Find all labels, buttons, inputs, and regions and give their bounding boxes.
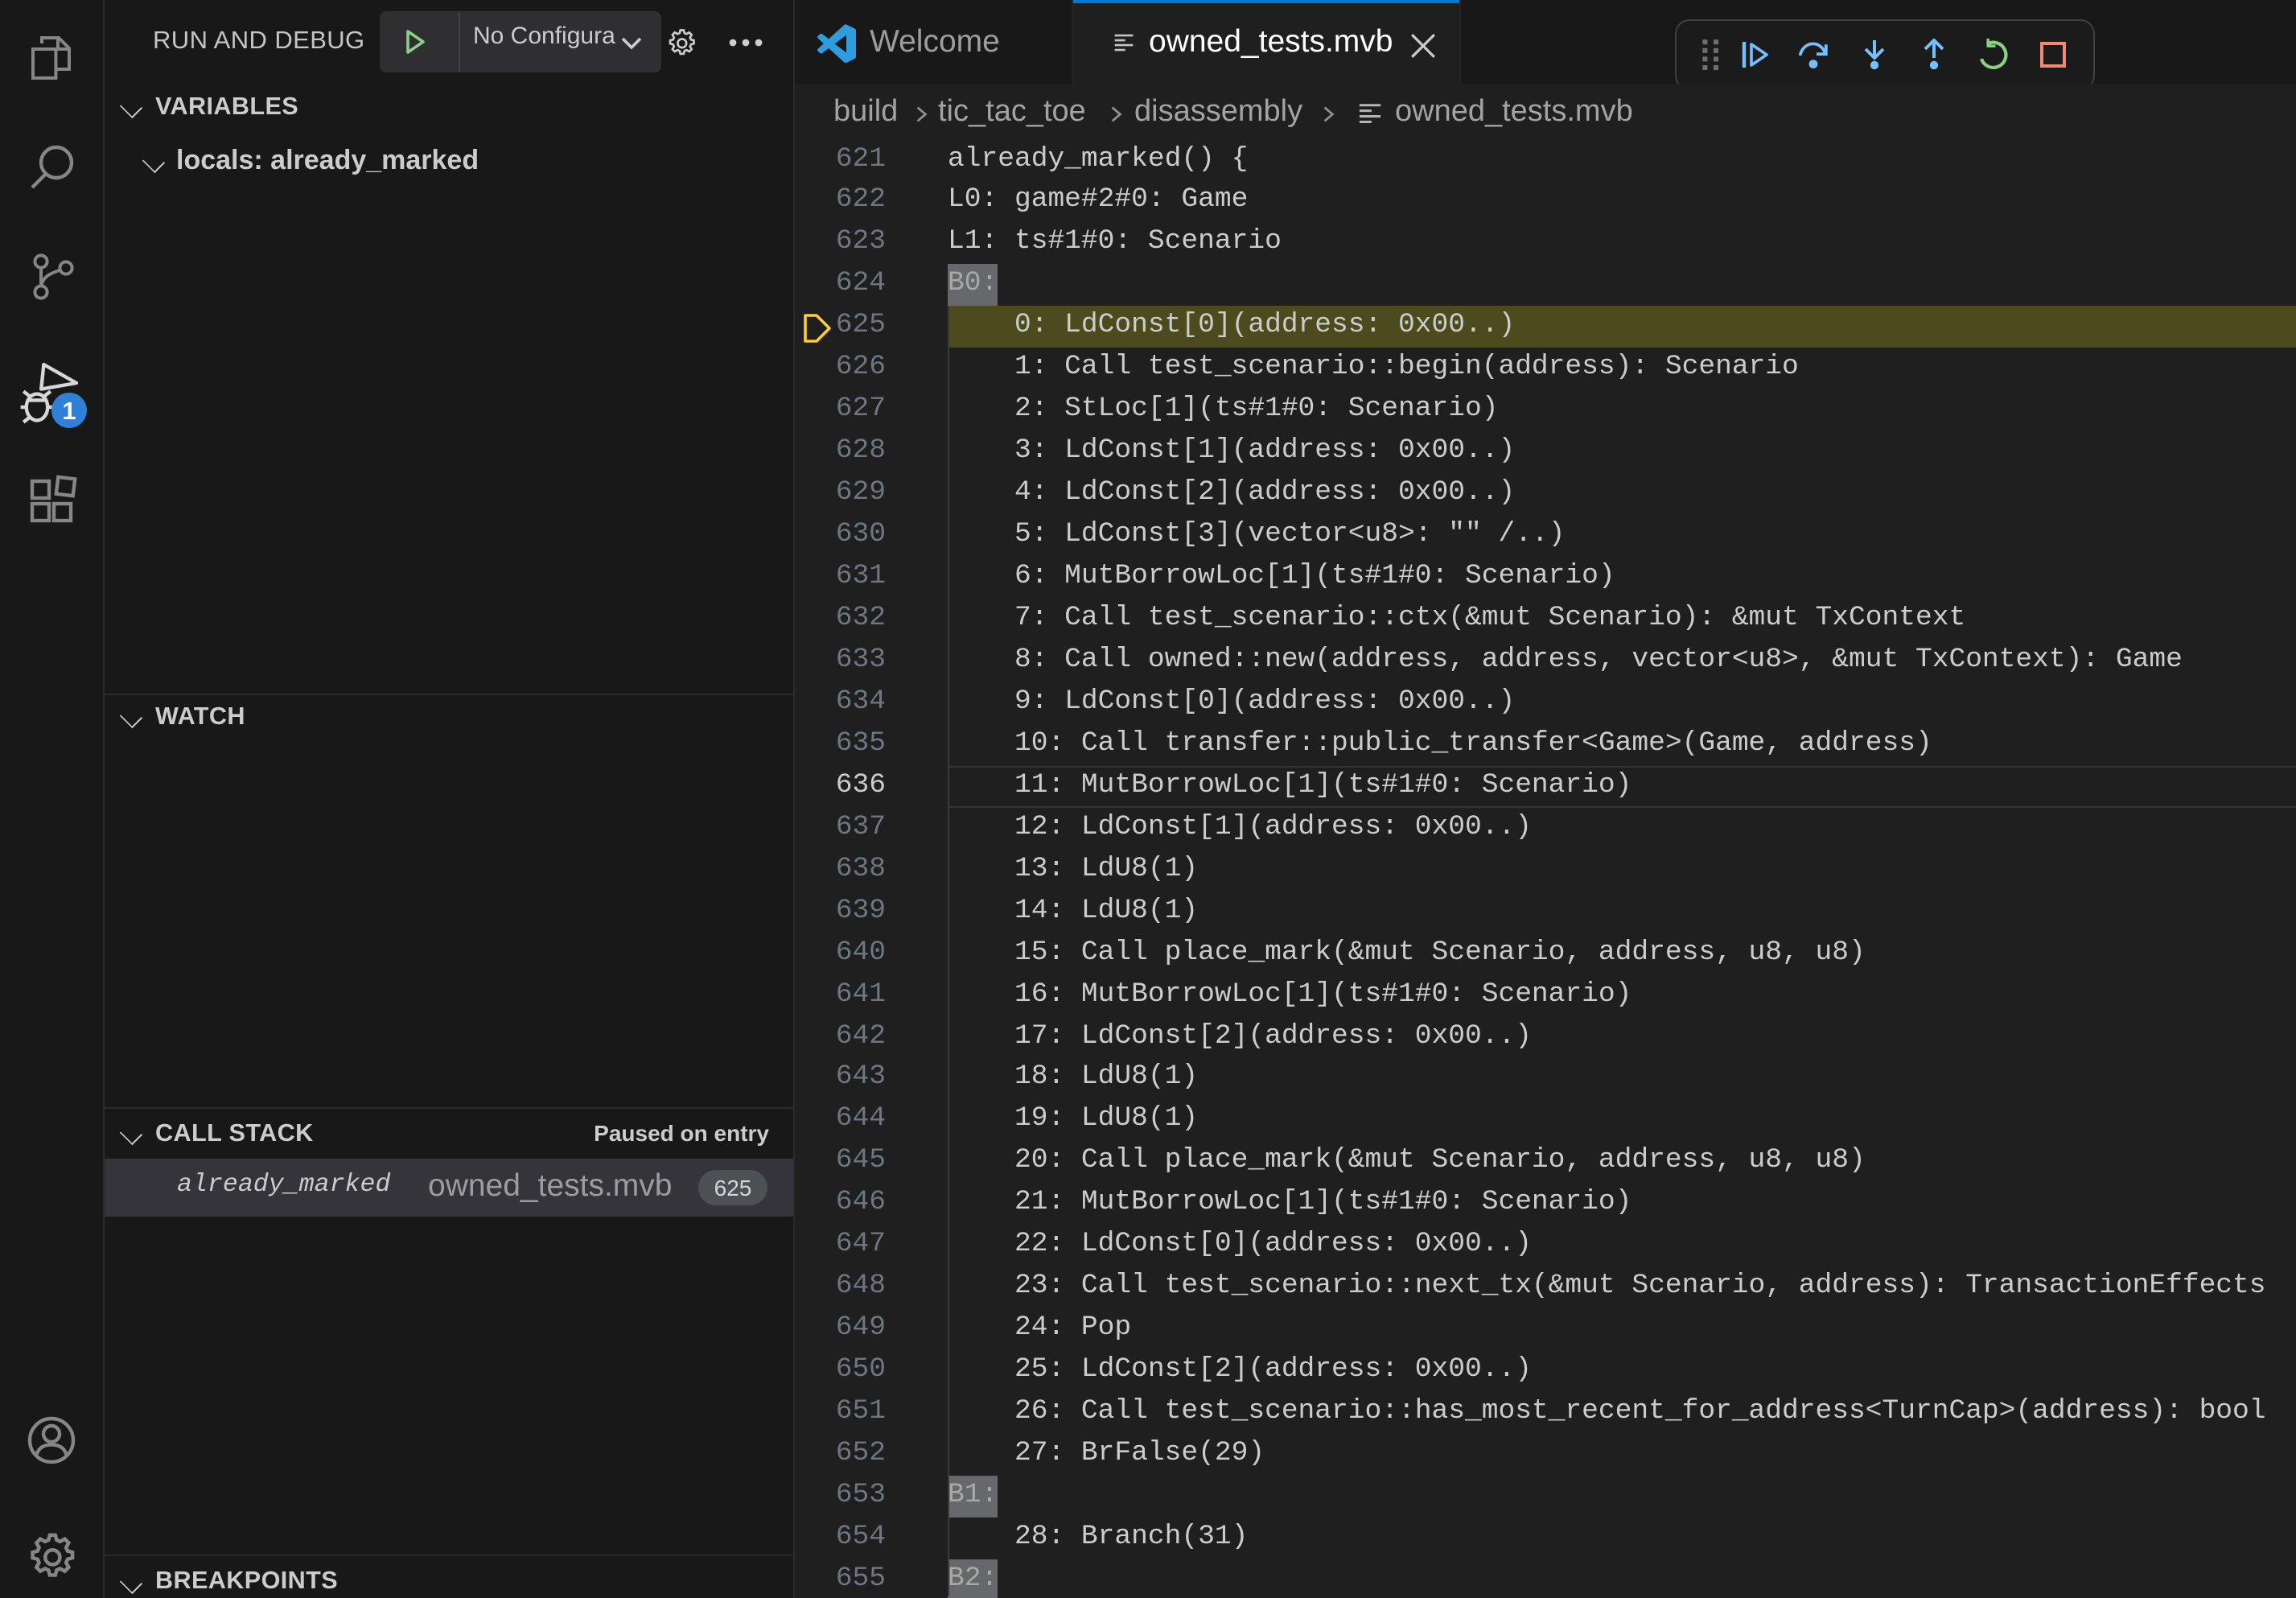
svg-text:1: 1 bbox=[62, 397, 76, 425]
